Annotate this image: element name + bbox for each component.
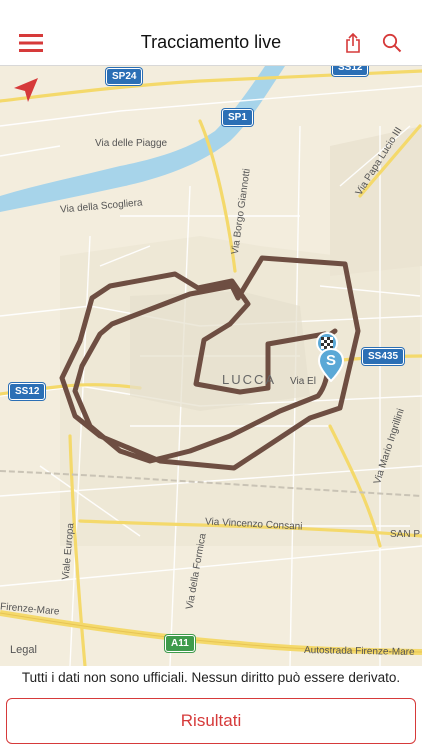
- road-shield-ss12: SS12: [9, 383, 46, 400]
- top-bar: Tracciamento live: [0, 0, 422, 66]
- road-shield-a11: A11: [165, 635, 195, 652]
- map-view[interactable]: SP24 SP1 SS12 SS435 SS12 A11 Via delle P…: [0, 66, 422, 666]
- road-shield-ss435: SS435: [362, 348, 405, 365]
- street-label: Via delle Piagge: [95, 138, 168, 149]
- legal-link[interactable]: Legal: [10, 644, 37, 656]
- search-button[interactable]: [377, 30, 407, 56]
- city-label: LUCCA: [222, 372, 277, 387]
- road-shield-top-right: SS12: [332, 66, 369, 76]
- road-shield-sp1: SP1: [222, 109, 253, 126]
- share-icon: [346, 33, 360, 53]
- share-button[interactable]: [338, 30, 368, 56]
- search-icon: [382, 33, 402, 53]
- disclaimer-text: Tutti i dati non sono ufficiali. Nessun …: [21, 670, 401, 685]
- results-button[interactable]: Risultati: [6, 698, 416, 744]
- road-shield-sp24: SP24: [106, 68, 143, 85]
- street-label: Autostrada Firenze-Mare: [303, 645, 415, 658]
- location-arrow-icon[interactable]: [12, 76, 40, 104]
- street-label: Via El: [290, 376, 316, 387]
- start-marker[interactable]: S: [318, 348, 344, 382]
- district-label: SAN P: [390, 529, 421, 540]
- start-marker-label: S: [325, 352, 336, 369]
